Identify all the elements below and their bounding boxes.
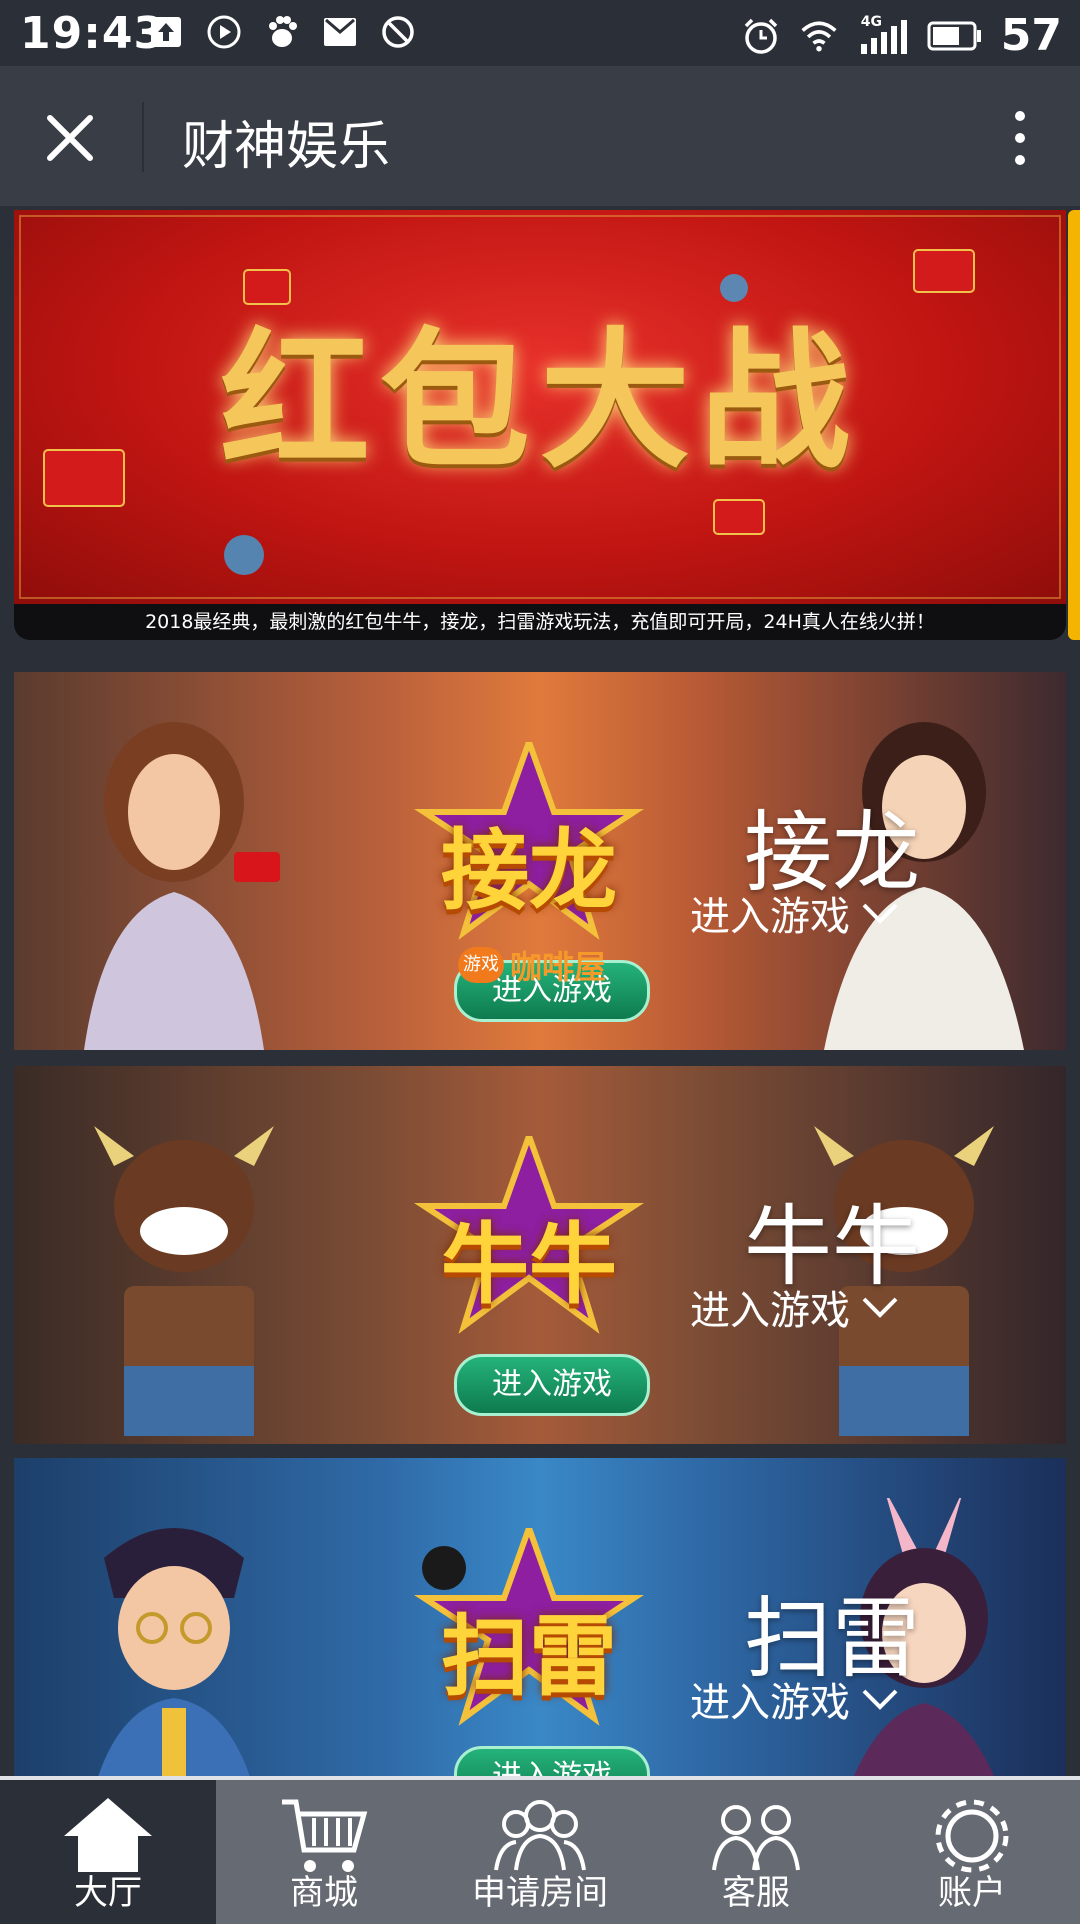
network-type: 4G [860,13,882,30]
game-card-saolei[interactable]: 扫雷 进入游戏 扫雷 进入游戏 [14,1458,1066,1776]
game-logo-text: 扫雷 [440,1605,617,1708]
alarm-icon [741,16,781,56]
upload-icon [146,12,186,52]
gear-icon [935,1799,1009,1873]
character-left-image [94,1126,274,1436]
more-options-button[interactable] [1000,106,1040,170]
signal-icon: 4G [857,13,909,56]
app-header: 财神娱乐 [0,66,1080,206]
main-content: 红包大战 2018最经典，最刺激的红包牛牛，接龙，扫雷游戏玩法，充值即可开局，2… [0,206,1080,1776]
nav-item-support[interactable]: 客服 [648,1780,864,1924]
inner-enter-game-button[interactable]: 进入游戏 [454,1354,650,1416]
nav-label: 账户 [938,1873,1006,1913]
enter-game-link[interactable]: 进入游戏 [690,1670,900,1728]
banner-image: 红包大战 [14,210,1066,604]
nav-label: 商城 [290,1873,358,1913]
baidu-icon [262,12,302,52]
nav-item-apply-room[interactable]: 申请房间 [432,1780,648,1924]
nav-item-lobby[interactable]: 大厅 [0,1780,216,1924]
game-card-jielong[interactable]: 接龙 进入游戏 游戏 咖啡屋 接龙 进入游戏 [14,672,1066,1050]
more-vertical-icon [1015,111,1025,165]
close-icon [47,115,93,161]
play-icon [204,12,244,52]
enter-game-link[interactable]: 进入游戏 [690,884,900,942]
bottom-nav: 大厅 商城 申请房间 客服 账户 [0,1776,1080,1924]
banner-title: 红包大战 [219,313,860,489]
chevron-down-icon [862,1689,898,1710]
character-left-image [98,1528,250,1776]
watermark-badge: 游戏 [458,947,504,983]
chevron-down-icon [862,1297,898,1318]
group-icon [494,1800,586,1871]
carousel-edge [1068,210,1080,640]
enter-game-link[interactable]: 进入游戏 [690,1278,900,1336]
nav-label: 大厅 [74,1873,142,1913]
home-icon [64,1798,152,1872]
enter-game-label: 进入游戏 [690,894,850,940]
status-bar: 19:43 4G 57 [0,0,1080,66]
game-logo: 扫雷 [413,1519,645,1728]
nav-label: 申请房间 [472,1873,608,1913]
header-divider [142,102,144,172]
game-logo-text: 接龙 [440,819,617,922]
chevron-down-icon [862,903,898,924]
cart-icon [282,1799,368,1872]
status-time: 19:43 [20,8,166,59]
status-notification-icons [146,12,418,52]
game-card-niuniu[interactable]: 牛牛 进入游戏 牛牛 进入游戏 [14,1066,1066,1444]
nav-item-account[interactable]: 账户 [864,1780,1080,1924]
watermark: 游戏 咖啡屋 [458,942,606,988]
status-system-icons: 4G 57 [741,10,1062,61]
character-left-image [84,722,280,1050]
game-logo: 牛牛 [413,1127,645,1336]
nav-label: 客服 [722,1873,790,1913]
battery-icon [927,16,983,56]
support-icon [712,1805,800,1871]
block-icon [378,12,418,52]
banner-caption: 2018最经典，最刺激的红包牛牛，接龙，扫雷游戏玩法，充值即可开局，24H真人在… [14,604,1066,640]
enter-game-label: 进入游戏 [690,1680,850,1726]
nav-item-shop[interactable]: 商城 [216,1780,432,1924]
mail-icon [320,12,360,52]
close-button[interactable] [40,108,100,168]
inner-enter-game-button[interactable]: 进入游戏 [454,1746,650,1776]
game-logo-text: 牛牛 [440,1213,617,1316]
wifi-icon [799,16,839,56]
promo-banner[interactable]: 红包大战 2018最经典，最刺激的红包牛牛，接龙，扫雷游戏玩法，充值即可开局，2… [14,210,1066,640]
battery-level: 57 [1000,10,1062,61]
game-logo: 接龙 [413,733,645,942]
enter-game-label: 进入游戏 [690,1288,850,1334]
page-title: 财神娱乐 [182,117,391,177]
watermark-text: 咖啡屋 [510,948,607,986]
